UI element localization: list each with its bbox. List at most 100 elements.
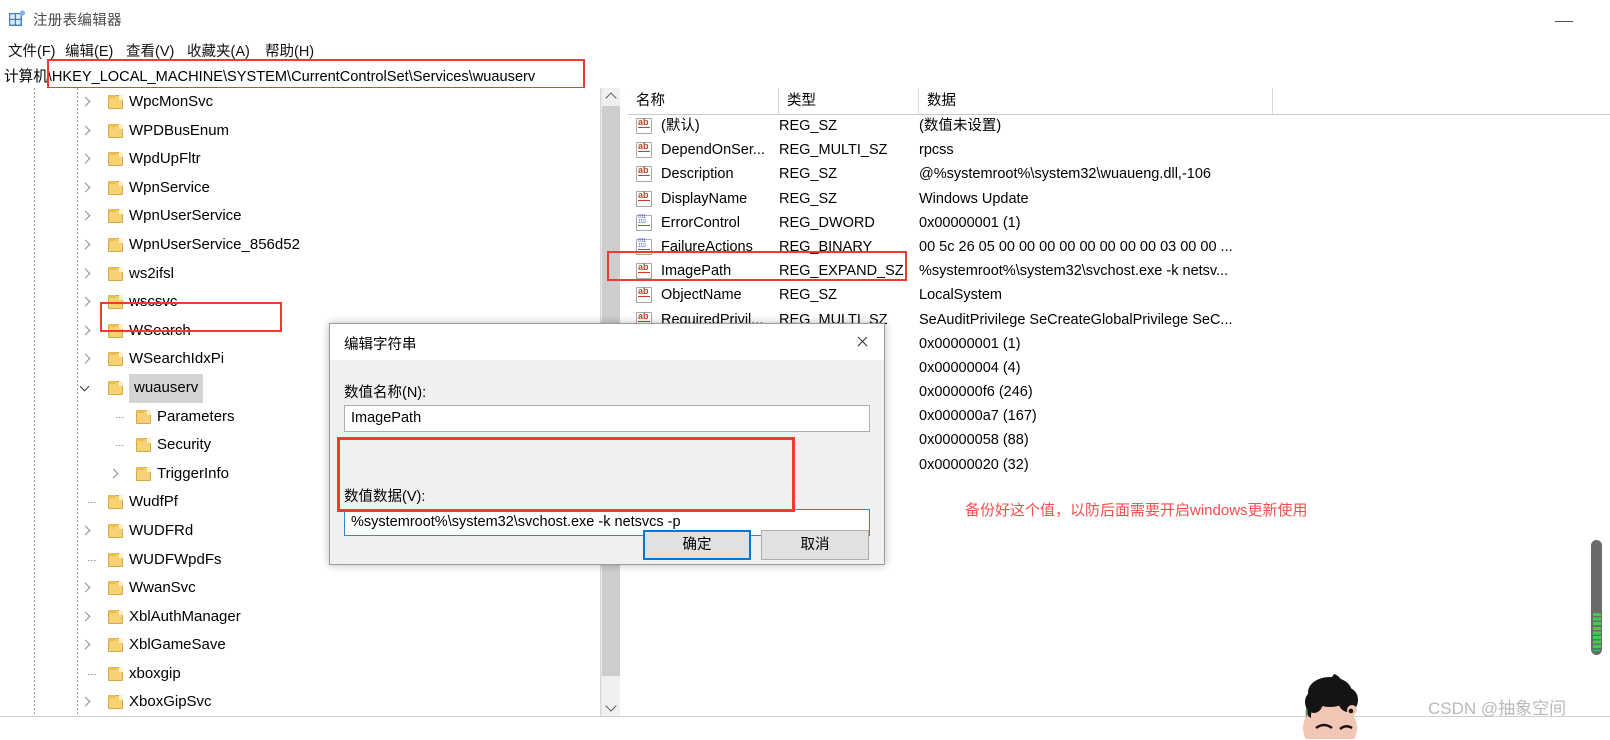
chevron-right-icon[interactable] [79,574,93,603]
annotation-text: 备份好这个值，以防后面需要开启windows更新使用 [965,502,1308,519]
values-list-header: 名称 类型 数据 [628,88,1610,115]
value-name-input[interactable]: ImagePath [344,405,870,432]
chevron-right-icon[interactable] [79,631,93,660]
string-value-icon [636,285,652,304]
table-row[interactable]: Description REG_SZ @%systemroot%\system32\… [628,162,1610,186]
window-title: 注册表编辑器 [33,13,122,29]
page-scrollbar[interactable] [1591,540,1602,655]
tree-connector-line [88,559,97,561]
string-value-icon [636,189,652,207]
table-row[interactable]: ErrorControl REG_DWORD 0x00000001 (1) [628,211,1610,235]
chevron-down-icon [605,700,617,712]
chevron-right-icon[interactable] [79,260,93,289]
tree-item-wpdupfltr[interactable]: WpdUpFltr [0,145,600,174]
menu-view[interactable]: 查看(V) [126,40,174,61]
folder-icon [108,352,123,367]
table-row[interactable]: ObjectName REG_SZ LocalSystem [628,283,1610,307]
title-bar: 注册表编辑器 [0,0,1610,39]
tree-item-wwansvc[interactable]: WwanSvc [0,574,600,603]
tree-item-label: WpnService [129,178,210,196]
tree-item-ws2ifsl[interactable]: ws2ifsl [0,260,600,289]
tree-item-xblauthmanager[interactable]: XblAuthManager [0,603,600,632]
column-header-data[interactable]: 数据 [919,88,1273,114]
scroll-down-button[interactable] [602,698,621,716]
cell-value-data: (数值未设置) [919,118,1002,134]
menu-bar: 文件(F) 编辑(E) 查看(V) 收藏夹(A) 帮助(H) [0,38,1610,60]
dialog-title-bar: 编辑字符串 [330,324,884,360]
cancel-button[interactable]: 取消 [761,530,869,560]
cell-value-data: 00 5c 26 05 00 00 00 00 00 00 00 00 03 0… [919,238,1233,255]
chevron-right-icon[interactable] [79,231,93,260]
tree-connector-line [116,445,125,447]
tree-item-label: Parameters [157,407,235,425]
value-data-highlight-box [337,437,795,512]
tree-item-label: WPDBusEnum [129,121,230,139]
cell-value-data: 0x000000f6 (246) [919,384,1033,401]
menu-edit[interactable]: 编辑(E) [65,40,113,61]
cell-value-type: REG_DWORD [779,214,875,231]
cell-value-name: ErrorControl [661,214,740,231]
folder-icon [108,638,123,653]
tree-item-label: WpdUpFltr [129,150,201,168]
folder-icon [108,180,123,195]
tree-item-wpnuserservice-856d52[interactable]: WpnUserService_856d52 [0,231,600,260]
tree-item-wpdbusenum[interactable]: WPDBusEnum [0,117,600,146]
menu-help[interactable]: 帮助(H) [265,40,314,61]
chevron-right-icon[interactable] [79,517,93,546]
tree-item-xboxgip[interactable]: xboxgip [0,660,600,689]
chevron-right-icon[interactable] [79,117,93,146]
tree-item-xboxgipsvc[interactable]: XboxGipSvc [0,688,600,716]
chevron-right-icon[interactable] [79,317,93,346]
tree-item-wpcmonsvc[interactable]: WpcMonSvc [0,88,600,117]
chevron-right-icon[interactable] [79,288,93,317]
folder-icon [108,666,123,681]
chevron-right-icon[interactable] [79,688,93,716]
column-header-type[interactable]: 类型 [779,88,919,114]
chevron-right-icon[interactable] [79,145,93,174]
tree-item-wpnservice[interactable]: WpnService [0,174,600,203]
chevron-right-icon[interactable] [79,202,93,231]
ok-button[interactable]: 确定 [643,530,751,560]
table-row[interactable]: DependOnSer... REG_MULTI_SZ rpcss [628,138,1610,162]
chevron-right-icon[interactable] [79,88,93,117]
cell-value-name: (默认) [661,118,700,134]
chevron-down-icon[interactable] [79,374,93,403]
cell-value-data: rpcss [919,142,954,159]
folder-icon [108,266,123,281]
table-row[interactable]: DisplayName REG_SZ Windows Update [628,187,1610,211]
menu-file[interactable]: 文件(F) [8,40,56,61]
cell-value-type: REG_SZ [779,287,838,304]
chevron-right-icon[interactable] [79,603,93,632]
chevron-right-icon[interactable] [79,174,93,203]
menu-favorites[interactable]: 收藏夹(A) [187,40,250,61]
minimize-button[interactable] [1542,0,1588,38]
imagepath-row-highlight-box [607,251,907,281]
folder-icon [136,438,151,453]
address-bar-highlight-box [47,59,585,89]
cell-value-data: 0x00000058 (88) [919,432,1029,449]
chevron-up-icon [605,92,617,104]
cell-value-data: LocalSystem [919,287,1003,304]
chevron-right-icon[interactable] [107,460,121,489]
registry-editor-icon [8,10,26,28]
tree-item-xblgamesave[interactable]: XblGameSave [0,631,600,660]
cell-value-data: 0x00000001 (1) [919,214,1021,231]
tree-item-label: WUDFRd [129,521,194,539]
table-row[interactable]: (默认) REG_SZ (数值未设置) [628,114,1610,138]
folder-icon [108,552,123,567]
column-header-name[interactable]: 名称 [628,88,779,114]
tree-item-label: WUDFWpdFs [129,550,222,568]
scroll-up-button[interactable] [602,88,621,106]
tree-item-label: XblGameSave [129,636,226,654]
string-value-icon [636,164,652,183]
cell-value-name: DisplayName [661,190,748,207]
close-icon[interactable] [840,324,884,360]
cell-value-type: REG_SZ [779,166,838,183]
tree-item-wpnuserservice[interactable]: WpnUserService [0,202,600,231]
chevron-right-icon[interactable] [79,345,93,374]
cell-value-name: Description [661,166,734,183]
watermark-text: CSDN @抽象空间 [1428,699,1567,718]
tree-item-label: WwanSvc [129,579,196,597]
tree-item-wscsvc[interactable]: wscsvc [0,288,600,317]
selected-key-highlight-box [100,302,282,332]
